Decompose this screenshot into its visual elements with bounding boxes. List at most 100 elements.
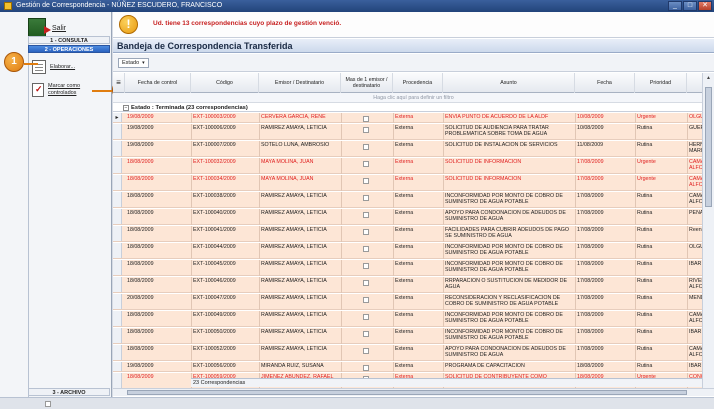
hscroll-thumb[interactable] xyxy=(127,390,687,395)
multi-emisor-checkbox[interactable] xyxy=(363,144,369,150)
row-selector[interactable] xyxy=(113,345,122,360)
col-fecha-control[interactable]: Fecha de control xyxy=(125,73,191,93)
table-row[interactable]: 19/08/2009 EXT-100056/2009 MIRANDA RUIZ, S… xyxy=(113,362,714,372)
table-row[interactable]: 19/08/2009 EXT-100007/2009 SOTELO LUNA, AM… xyxy=(113,141,714,157)
cell-emisor: RAMIREZ AMAYA, LETICIA xyxy=(261,244,327,250)
row-selector[interactable] xyxy=(113,328,122,343)
multi-emisor-checkbox[interactable] xyxy=(363,314,369,320)
row-selector[interactable] xyxy=(113,243,122,258)
multi-emisor-checkbox[interactable] xyxy=(363,297,369,303)
col-mas-emisor[interactable]: Mas de 1 emisor / destinatario xyxy=(341,73,393,93)
table-row[interactable]: 18/08/2009 EXT-100050/2009 RAMIREZ AMAYA, … xyxy=(113,328,714,344)
row-selector[interactable]: ▸ xyxy=(113,113,122,122)
cell-divider xyxy=(635,158,636,174)
filter-hint[interactable]: Haga clic aquí para definir un filtro xyxy=(113,93,714,103)
table-row[interactable]: 18/08/2009 EXT-100040/2009 RAMIREZ AMAYA, … xyxy=(113,209,714,225)
row-selector[interactable] xyxy=(113,362,122,371)
row-selector[interactable] xyxy=(113,373,122,388)
group-chip-label: Estado xyxy=(122,60,140,66)
table-row[interactable]: 19/08/2009 EXT-100006/2009 RAMIREZ AMAYA, … xyxy=(113,124,714,140)
cell-divider xyxy=(687,294,688,310)
group-row-terminada[interactable]: − Estado : Terminada (23 correspondencia… xyxy=(113,104,714,112)
horizontal-scrollbar[interactable] xyxy=(113,388,714,396)
section-archivo[interactable]: 3 - ARCHIVO xyxy=(28,388,110,396)
scrollbar-thumb[interactable] xyxy=(705,87,712,207)
cell-divider xyxy=(341,158,342,174)
table-row[interactable]: 18/08/2009 EXT-100041/2009 RAMIREZ AMAYA, … xyxy=(113,226,714,242)
row-selector[interactable] xyxy=(113,226,122,241)
multi-emisor-checkbox[interactable] xyxy=(363,263,369,269)
multi-emisor-checkbox[interactable] xyxy=(363,229,369,235)
row-selector[interactable] xyxy=(113,141,122,156)
multi-emisor-checkbox[interactable] xyxy=(363,127,369,133)
multi-emisor-checkbox[interactable] xyxy=(363,116,369,122)
section-consulta[interactable]: 1 - CONSULTA xyxy=(28,36,110,44)
col-emisor[interactable]: Emisor / Destinatario xyxy=(259,73,341,93)
col-codigo[interactable]: Código xyxy=(191,73,259,93)
cell-divider xyxy=(341,175,342,191)
table-row[interactable]: 18/08/2009 EXT-100045/2009 RAMIREZ AMAYA, … xyxy=(113,260,714,276)
table-row[interactable]: 18/08/2009 EXT-100049/2009 RAMIREZ AMAYA, … xyxy=(113,311,714,327)
cell-codigo: EXT-100041/2009 xyxy=(193,227,236,233)
col-asunto[interactable]: Asunto xyxy=(443,73,575,93)
multi-emisor-checkbox[interactable] xyxy=(363,348,369,354)
cell-divider xyxy=(575,260,576,276)
cell-divider xyxy=(393,113,394,123)
minimize-button[interactable]: _ xyxy=(668,1,682,11)
close-button[interactable]: ✕ xyxy=(698,1,712,11)
cell-divider xyxy=(259,226,260,242)
cell-procedencia: Externa xyxy=(395,312,414,318)
cell-divider xyxy=(635,243,636,259)
cell-emisor: RAMIREZ AMAYA, LETICIA xyxy=(261,278,327,284)
multi-emisor-checkbox[interactable] xyxy=(363,178,369,184)
multi-emisor-checkbox[interactable] xyxy=(363,280,369,286)
row-selector[interactable] xyxy=(113,260,122,275)
scroll-up-icon[interactable]: ▲ xyxy=(703,73,714,83)
col-fecha[interactable]: Fecha xyxy=(575,73,635,93)
cell-fecha: 10/08/2009 xyxy=(577,125,604,131)
col-procedencia[interactable]: Procedencia xyxy=(393,73,443,93)
row-selector[interactable] xyxy=(113,124,122,139)
collapse-icon[interactable]: − xyxy=(123,105,129,111)
cell-prioridad: Rutina xyxy=(637,329,653,335)
multi-emisor-checkbox[interactable] xyxy=(363,331,369,337)
cell-divider xyxy=(341,141,342,157)
multi-emisor-checkbox[interactable] xyxy=(363,161,369,167)
col-prioridad[interactable]: Prioridad xyxy=(635,73,687,93)
table-row[interactable]: 20/08/2009 EXT-100047/2009 RAMIREZ AMAYA, … xyxy=(113,294,714,310)
multi-emisor-checkbox[interactable] xyxy=(363,212,369,218)
table-row[interactable]: 18/08/2009 EXT-100034/2009 MAYA MOLINA, JU… xyxy=(113,175,714,191)
cell-emisor: RAMIREZ AMAYA, LETICIA xyxy=(261,346,327,352)
app-window: Gestión de Correspondencia - NÚÑEZ ESCUD… xyxy=(0,0,714,409)
table-row[interactable]: 18/08/2009 EXT-100052/2009 RAMIREZ AMAYA, … xyxy=(113,345,714,361)
table-row[interactable]: 18/08/2009 EXT-100032/2009 MAYA MOLINA, JU… xyxy=(113,158,714,174)
multi-emisor-checkbox[interactable] xyxy=(363,195,369,201)
cell-prioridad: Rutina xyxy=(637,363,653,369)
group-chip-estado[interactable]: Estado ▾ xyxy=(118,58,149,68)
cell-divider xyxy=(687,362,688,372)
cell-divider xyxy=(393,362,394,372)
multi-emisor-checkbox[interactable] xyxy=(363,246,369,252)
cell-divider xyxy=(443,328,444,344)
sidebar-item-elaborar[interactable]: Elaborar... xyxy=(32,60,108,74)
row-selector[interactable] xyxy=(113,311,122,326)
column-chooser-icon[interactable]: ≡ xyxy=(113,73,125,93)
row-selector[interactable] xyxy=(113,175,122,190)
maximize-button[interactable]: □ xyxy=(683,1,697,11)
row-selector[interactable] xyxy=(113,294,122,309)
multi-emisor-checkbox[interactable] xyxy=(363,365,369,371)
row-selector[interactable] xyxy=(113,158,122,173)
section-operaciones[interactable]: 2 - OPERACIONES xyxy=(28,45,110,53)
salir-button[interactable]: Salir xyxy=(28,18,66,38)
table-row[interactable]: 18/08/2009 EXT-100038/2009 RAMIREZ AMAYA, … xyxy=(113,192,714,208)
table-row[interactable]: 18/08/2009 EXT-100044/2009 RAMIREZ AMAYA, … xyxy=(113,243,714,259)
table-row[interactable]: 18/08/2009 EXT-100046/2009 RAMIREZ AMAYA, … xyxy=(113,277,714,293)
cell-codigo: EXT-100034/2009 xyxy=(193,176,236,182)
table-row[interactable]: ▸ 19/08/2009 EXT-100003/2009 CERVERA GARCIA… xyxy=(113,113,714,123)
row-selector[interactable] xyxy=(113,192,122,207)
row-selector[interactable] xyxy=(113,277,122,292)
cell-divider xyxy=(259,362,260,372)
row-selector[interactable] xyxy=(113,209,122,224)
cell-divider xyxy=(259,294,260,310)
vertical-scrollbar[interactable]: ▲ ▼ xyxy=(702,73,714,396)
